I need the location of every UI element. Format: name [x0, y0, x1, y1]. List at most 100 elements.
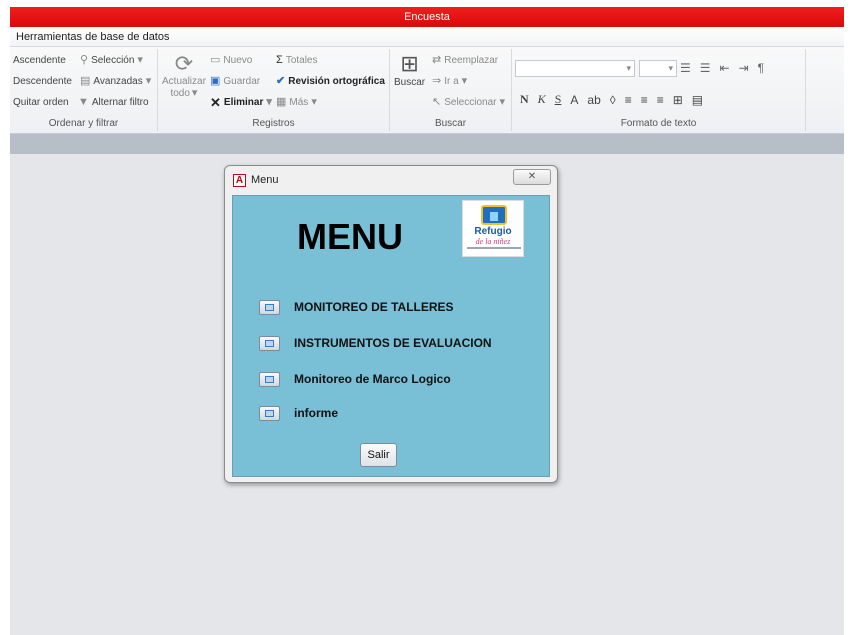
- bullets-icon[interactable]: ☰: [680, 61, 691, 75]
- paragraph-direction-icon[interactable]: ¶: [758, 61, 764, 75]
- menu-dialog: A Menu ✕ MENU Refugio de la niñez MONITO…: [224, 165, 558, 483]
- ribbon: Herramientas de base de datos Ascendente…: [10, 27, 844, 134]
- open-form-button[interactable]: [259, 299, 280, 315]
- highlight-icon[interactable]: ab: [587, 93, 600, 107]
- underline-button[interactable]: S: [555, 92, 562, 107]
- group-label-text-format: Formato de texto: [620, 118, 697, 129]
- more-button[interactable]: ▦ Más ▾: [276, 96, 317, 109]
- italic-button[interactable]: K: [538, 92, 546, 107]
- find-label: Buscar: [394, 77, 426, 88]
- menu-item-informe: informe: [259, 402, 338, 424]
- ascending-button[interactable]: Ascendente: [13, 55, 66, 66]
- align-center-icon[interactable]: ≡: [641, 93, 648, 107]
- menu-form: MENU Refugio de la niñez MONITOREO DE TA…: [232, 195, 550, 477]
- totals-button[interactable]: Σ Totales: [276, 54, 318, 67]
- selection-filter-icon: ⚲: [80, 54, 89, 66]
- font-size-select[interactable]: ▾: [639, 60, 677, 77]
- save-button[interactable]: ▣ Guardar: [210, 75, 261, 88]
- group-label-records: Registros: [252, 118, 295, 129]
- select-button[interactable]: ↖ Seleccionar ▾: [432, 96, 505, 109]
- menu-item-instrumentos: INSTRUMENTOS DE EVALUACION: [259, 332, 492, 354]
- open-form-button[interactable]: [259, 405, 280, 421]
- descending-button[interactable]: Descendente: [13, 76, 72, 87]
- menu-item-label: informe: [294, 406, 339, 420]
- open-form-button[interactable]: [259, 335, 280, 351]
- numbering-icon[interactable]: ☰: [700, 61, 711, 75]
- goto-label: Ir a: [444, 76, 459, 87]
- bold-button[interactable]: N: [520, 92, 529, 107]
- align-right-icon[interactable]: ≡: [657, 93, 664, 107]
- totals-label: Totales: [285, 55, 318, 66]
- close-icon: ✕: [527, 171, 537, 182]
- access-app-icon: A: [233, 174, 246, 187]
- menu-item-marco-logico: Monitoreo de Marco Logico: [259, 368, 451, 390]
- refresh-all-button[interactable]: ⟳ Actualizar todo ▾: [162, 51, 206, 100]
- find-button[interactable]: ⊞ Buscar: [394, 51, 426, 89]
- window-title: Encuesta: [404, 11, 450, 23]
- toggle-filter-label: Alternar filtro: [91, 97, 149, 108]
- selection-button[interactable]: ⚲ Selección ▾: [80, 54, 143, 67]
- chevron-down-icon: ▾: [145, 75, 152, 87]
- dialog-title-bar[interactable]: A Menu ✕: [225, 166, 557, 192]
- advanced-label: Avanzadas: [93, 76, 143, 87]
- clear-sort-label: Quitar orden: [13, 97, 69, 108]
- exit-button[interactable]: Salir: [360, 443, 397, 467]
- refresh-icon: ⟳: [174, 51, 194, 76]
- paragraph-toolbar: ☰ ☰ ⇤ ⇥ ¶: [680, 61, 764, 75]
- spelling-button[interactable]: ✔ Revisión ortográfica: [276, 76, 385, 88]
- dialog-title: Menu: [251, 174, 279, 186]
- increase-indent-icon[interactable]: ⇥: [739, 61, 749, 75]
- align-left-icon[interactable]: ≡: [625, 93, 632, 107]
- form-icon: [265, 409, 274, 417]
- group-text-format: ▾ ▾ ☰ ☰ ⇤ ⇥ ¶ N K S A ab ◊ ≡ ≡ ≡ ⊞ ▤ For…: [512, 49, 806, 131]
- font-color-icon[interactable]: A: [570, 93, 578, 107]
- arrow-right-icon: ⇒: [432, 75, 442, 87]
- fill-color-icon[interactable]: ◊: [610, 93, 616, 107]
- close-button[interactable]: ✕: [513, 169, 551, 185]
- save-icon: ▣: [210, 75, 221, 87]
- save-label: Guardar: [223, 76, 261, 87]
- funnel-icon: ▼: [78, 96, 89, 108]
- format-toolbar: N K S A ab ◊ ≡ ≡ ≡ ⊞ ▤: [520, 92, 703, 107]
- menu-item-label: INSTRUMENTOS DE EVALUACION: [294, 336, 492, 350]
- binoculars-icon: ⊞: [400, 51, 419, 76]
- form-icon: [265, 375, 274, 383]
- group-label-find: Buscar: [434, 118, 467, 129]
- sigma-icon: Σ: [276, 54, 283, 66]
- new-record-button[interactable]: ▭ Nuevo: [210, 54, 252, 67]
- form-icon: [265, 339, 274, 347]
- toggle-filter-button[interactable]: ▼ Alternar filtro: [78, 96, 149, 109]
- advanced-button[interactable]: ▤ Avanzadas ▾: [80, 75, 152, 88]
- chevron-down-icon: ▾: [191, 87, 198, 99]
- advanced-filter-icon: ▤: [80, 75, 91, 87]
- gridlines-icon[interactable]: ⊞: [673, 93, 683, 107]
- menu-item-label: MONITOREO DE TALLERES: [294, 300, 454, 314]
- more-grid-icon: ▦: [276, 96, 287, 108]
- new-record-icon: ▭: [210, 54, 221, 66]
- decrease-indent-icon[interactable]: ⇤: [720, 61, 730, 75]
- selection-label: Selección: [91, 55, 135, 66]
- more-label: Más: [289, 97, 309, 108]
- alternate-row-color-icon[interactable]: ▤: [692, 93, 703, 107]
- open-form-button[interactable]: [259, 371, 280, 387]
- select-label: Seleccionar: [444, 97, 497, 108]
- delete-button[interactable]: ✕ Eliminar ▾: [210, 96, 272, 109]
- goto-button[interactable]: ⇒ Ir a ▾: [432, 75, 468, 88]
- cursor-icon: ↖: [432, 96, 442, 108]
- clear-sort-button[interactable]: Quitar orden: [13, 97, 69, 108]
- replace-icon: ⇄: [432, 54, 442, 66]
- tab-database-tools[interactable]: Herramientas de base de datos: [16, 31, 169, 43]
- font-name-select[interactable]: ▾: [515, 60, 635, 77]
- replace-button[interactable]: ⇄ Reemplazar: [432, 54, 498, 67]
- refugio-logo: Refugio de la niñez: [462, 200, 524, 257]
- menu-heading: MENU: [297, 216, 403, 257]
- chevron-down-icon: ▾: [461, 75, 468, 87]
- refresh-label-1: Actualizar: [162, 76, 206, 87]
- chevron-down-icon: ▾: [668, 63, 673, 73]
- group-records: ⟳ Actualizar todo ▾ ▭ Nuevo ▣ Guardar ✕ …: [158, 49, 390, 131]
- chevron-down-icon: ▾: [137, 54, 143, 66]
- ascending-label: Ascendente: [13, 55, 66, 66]
- form-icon: [265, 303, 274, 311]
- window-title-bar: Encuesta: [10, 7, 844, 27]
- house-icon: [481, 205, 507, 225]
